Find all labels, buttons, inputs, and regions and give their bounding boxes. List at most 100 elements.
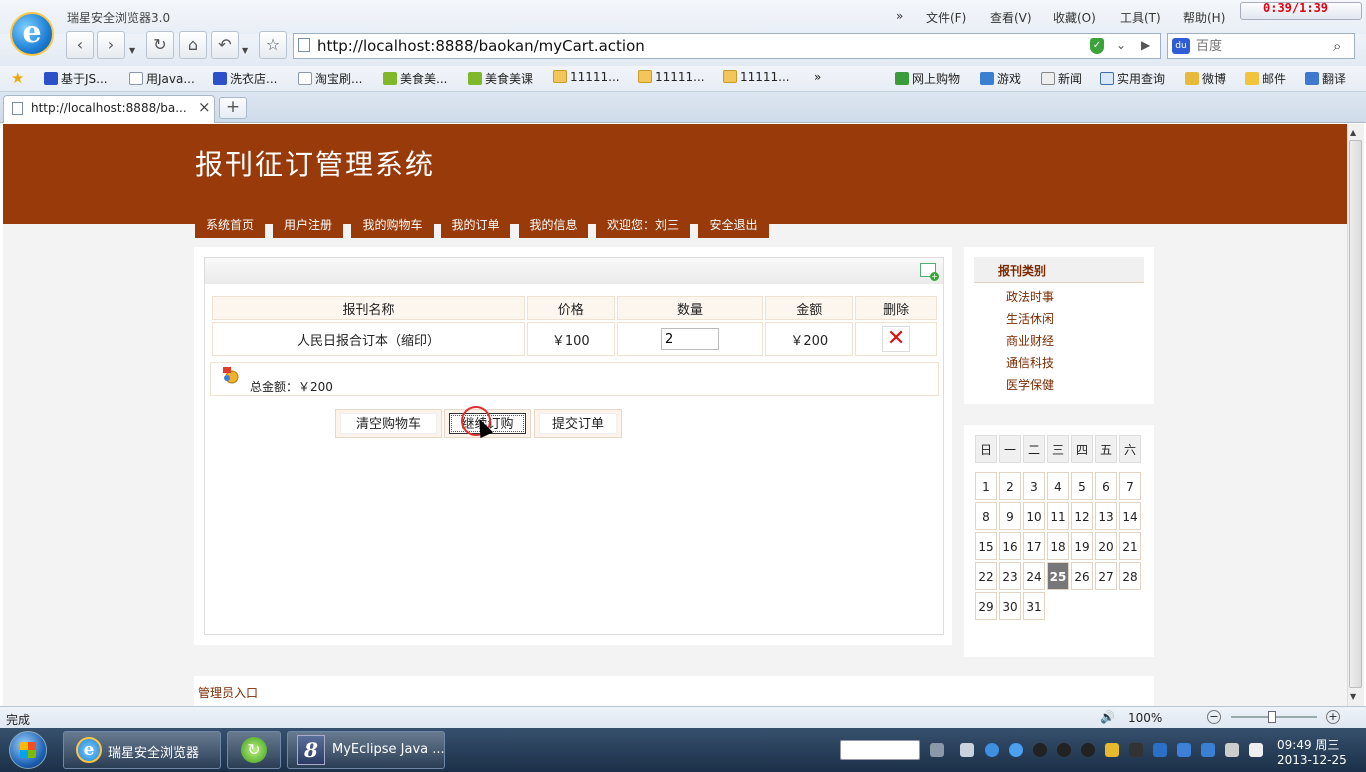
home-icon[interactable]: ⌂ [179,31,207,59]
calendar-day[interactable]: 18 [1047,532,1069,560]
menu-file[interactable]: 文件(F) [926,9,966,26]
menu-more-icon[interactable]: » [896,9,903,23]
menu-view[interactable]: 查看(V) [990,9,1032,26]
calendar-day[interactable]: 11 [1047,502,1069,530]
favorite-item[interactable]: 用Java... [129,70,195,86]
tray-network-icon[interactable] [1177,743,1191,757]
category-item[interactable]: 政法时事 [1006,288,1054,305]
calendar-day[interactable]: 14 [1119,502,1141,530]
nav-my-orders[interactable]: 我的订单 [441,214,510,238]
tray-monitor-icon[interactable] [1225,743,1239,757]
menu-favorites[interactable]: 收藏(O) [1053,9,1096,26]
calendar-day[interactable]: 12 [1071,502,1093,530]
category-item[interactable]: 生活休闲 [1006,310,1054,327]
favorite-item[interactable]: 洗衣店... [213,70,277,86]
admin-entry-link[interactable]: 管理员入口 [198,684,258,701]
favorite-item[interactable]: 新闻 [1041,70,1082,86]
quantity-input[interactable] [661,328,720,350]
favorites-star-icon[interactable]: ★ [11,69,24,87]
baidu-engine-icon[interactable]: du [1172,38,1190,54]
delete-icon[interactable]: ✕ [882,326,911,352]
category-item[interactable]: 商业财经 [1006,332,1054,349]
tray-shield-icon[interactable] [1153,743,1167,757]
favorite-item[interactable]: 美食美课 [468,70,533,86]
calendar-day[interactable]: 26 [1071,562,1093,590]
tab-title[interactable]: http://localhost:8888/ba... [31,101,187,115]
history-dropdown-icon[interactable]: ▼ [129,46,135,55]
undo-icon[interactable]: ↶ [211,31,239,59]
tray-globe-icon[interactable] [985,743,999,757]
nav-my-cart[interactable]: 我的购物车 [351,214,434,238]
keyboard-icon[interactable] [930,743,944,757]
forward-icon[interactable]: › [97,31,125,59]
calendar-day[interactable]: 10 [1023,502,1045,530]
calendar-day[interactable]: 4 [1047,472,1069,500]
calendar-day[interactable]: 16 [999,532,1021,560]
undo-dropdown-icon[interactable]: ▼ [242,46,248,55]
calendar-day[interactable]: 29 [975,592,997,620]
tray-volume-icon[interactable] [1249,743,1263,757]
favorite-item[interactable]: 翻译 [1305,70,1346,86]
submit-order-button[interactable]: 提交订单 [534,409,622,438]
qq-icon[interactable] [1081,743,1095,757]
clock-date[interactable]: 2013-12-25 [1277,753,1347,767]
address-dropdown-icon[interactable]: ⌄ [1116,38,1126,52]
refresh-icon[interactable]: ↻ [146,31,174,59]
calendar-day[interactable]: 5 [1071,472,1093,500]
favorite-star-icon[interactable]: ☆ [259,31,287,59]
favorite-item[interactable]: 网上购物 [895,70,960,86]
favorite-item[interactable]: 11111... [638,70,705,86]
zoom-in-icon[interactable]: + [1326,710,1340,724]
search-input[interactable] [1196,38,1324,54]
calendar-day[interactable]: 23 [999,562,1021,590]
clock-time[interactable]: 09:49 周三 [1277,736,1339,753]
qq-icon[interactable] [1033,743,1047,757]
new-tab-button[interactable]: + [219,97,247,119]
tray-users-icon[interactable] [1105,743,1119,757]
favorite-item[interactable]: 实用查询 [1100,70,1165,86]
calendar-day[interactable]: 20 [1095,532,1117,560]
menu-tools[interactable]: 工具(T) [1120,9,1161,26]
tray-app-icon[interactable] [960,743,974,757]
calendar-day-today[interactable]: 25 [1047,562,1069,590]
calendar-day[interactable]: 3 [1023,472,1045,500]
search-icon[interactable]: ⌕ [1333,37,1341,55]
calendar-day[interactable]: 2 [999,472,1021,500]
calendar-day[interactable]: 24 [1023,562,1045,590]
favorite-item[interactable]: 淘宝刷... [298,70,362,86]
tray-globe-icon[interactable] [1009,743,1023,757]
calendar-day[interactable]: 1 [975,472,997,500]
nav-my-info[interactable]: 我的信息 [519,214,588,238]
calendar-day[interactable]: 17 [1023,532,1045,560]
back-icon[interactable]: ‹ [66,31,94,59]
favorites-more-icon[interactable]: » [814,70,821,86]
calendar-day[interactable]: 13 [1095,502,1117,530]
nav-register[interactable]: 用户注册 [273,214,343,238]
favorite-item[interactable]: 基于JS... [44,70,108,86]
tray-tool-icon[interactable] [1129,743,1143,757]
calendar-day[interactable]: 22 [975,562,997,590]
calendar-day[interactable]: 31 [1023,592,1045,620]
scroll-down-icon[interactable]: ▼ [1350,692,1356,701]
zoom-slider-handle[interactable] [1268,711,1276,723]
favorite-item[interactable]: 11111... [723,70,790,86]
tab-close-icon[interactable]: × [198,98,211,116]
category-item[interactable]: 医学保健 [1006,376,1054,393]
calendar-day[interactable]: 27 [1095,562,1117,590]
menu-help[interactable]: 帮助(H) [1183,9,1225,26]
calendar-day[interactable]: 7 [1119,472,1141,500]
tray-search-input[interactable] [840,740,920,760]
go-icon[interactable]: ▶ [1141,38,1150,52]
favorite-item[interactable]: 11111... [553,70,620,86]
sound-icon[interactable]: 🔊 [1100,710,1115,724]
qq-icon[interactable] [1057,743,1071,757]
nav-home[interactable]: 系统首页 [195,214,265,238]
calendar-day[interactable]: 9 [999,502,1021,530]
scroll-up-icon[interactable]: ▲ [1350,128,1356,137]
calendar-day[interactable]: 19 [1071,532,1093,560]
window-add-icon[interactable] [920,263,939,281]
tray-security-icon[interactable] [1201,743,1215,757]
security-shield-icon[interactable]: ✓ [1090,38,1104,54]
calendar-day[interactable]: 21 [1119,532,1141,560]
nav-logout[interactable]: 安全退出 [698,214,769,238]
